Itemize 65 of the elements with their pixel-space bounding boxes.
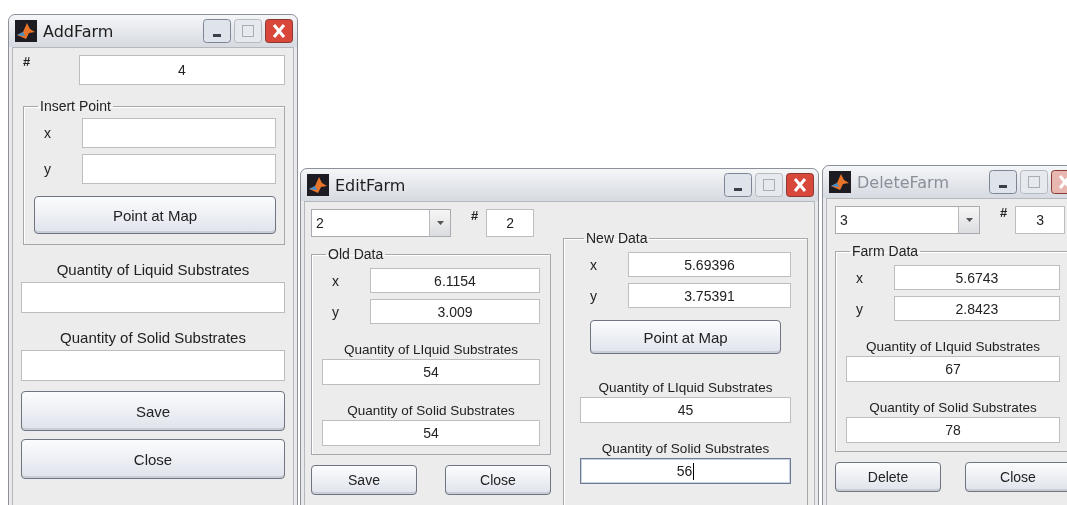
dropdown-arrow-icon <box>965 218 973 222</box>
text-field[interactable]: 54 <box>322 359 540 385</box>
text-field[interactable]: 2 <box>486 209 535 237</box>
field-label: y <box>43 161 52 177</box>
window-title: DeleteFarm <box>857 172 950 192</box>
dialog-button[interactable]: Save <box>311 465 417 495</box>
text-cursor <box>693 462 695 480</box>
dialog-button[interactable]: Close <box>21 439 285 479</box>
text-field[interactable]: 56 <box>580 458 791 484</box>
field-label: x <box>589 256 598 273</box>
field-label: Quantity of LIquid Substrates <box>864 339 1042 354</box>
window-title: AddFarm <box>43 21 115 41</box>
text-field[interactable]: 2.8423 <box>894 296 1060 321</box>
group-title: New Data <box>585 230 649 246</box>
group-title: Insert Point <box>39 98 112 114</box>
text-field[interactable]: 5.69396 <box>628 252 791 277</box>
field-label: # <box>22 54 32 69</box>
dialog-button[interactable]: Close <box>445 465 551 495</box>
close-icon <box>786 173 814 197</box>
text-field[interactable]: 45 <box>580 397 791 423</box>
text-field[interactable] <box>21 350 285 381</box>
minimize-icon <box>989 170 1017 194</box>
field-label: x <box>855 269 864 286</box>
field-label: Quantity of LIquid Substrates <box>342 342 520 357</box>
dialog-button[interactable]: Save <box>21 391 285 431</box>
field-label: Quantity of Liquid Substrates <box>55 261 251 278</box>
text-field[interactable]: 67 <box>846 356 1060 382</box>
group-title: Farm Data <box>851 243 920 259</box>
text-field[interactable]: 4 <box>79 55 285 85</box>
field-label: x <box>43 125 52 141</box>
text-field[interactable]: 6.1154 <box>370 268 540 293</box>
text-field[interactable]: 5.6743 <box>894 265 1060 290</box>
app-icon <box>307 174 329 196</box>
field-label: # <box>470 208 480 223</box>
close-icon <box>265 19 293 43</box>
field-label: x <box>331 272 340 289</box>
field-label: y <box>331 303 340 320</box>
text-field[interactable] <box>82 154 276 184</box>
field-label: Quantity of Solid Substrates <box>600 441 771 456</box>
minimize-icon <box>203 19 231 43</box>
window-title: EditFarm <box>335 175 407 195</box>
group-title: Old Data <box>327 246 385 262</box>
text-field[interactable]: 3.009 <box>370 299 540 324</box>
dropdown[interactable]: 2 <box>311 209 451 237</box>
point-at-map-button[interactable]: Point at Map <box>590 320 781 354</box>
app-icon <box>15 20 37 42</box>
field-label: Quantity of Solid Substrates <box>59 329 247 346</box>
field-label: # <box>999 205 1009 220</box>
maximize-icon <box>234 19 262 43</box>
field-label: y <box>589 287 598 304</box>
field-label: Quantity of Solid Substrates <box>868 400 1038 415</box>
minimize-icon <box>724 173 752 197</box>
maximize-icon <box>755 173 783 197</box>
field-label: y <box>855 300 864 317</box>
app-icon <box>829 171 851 193</box>
text-field[interactable] <box>21 282 285 313</box>
text-field[interactable]: 78 <box>846 417 1060 443</box>
maximize-icon <box>1020 170 1048 194</box>
text-field[interactable] <box>82 118 276 148</box>
text-field[interactable]: 3.75391 <box>628 283 791 308</box>
dropdown-arrow-icon <box>436 221 444 225</box>
text-field[interactable]: 54 <box>322 420 540 446</box>
point-at-map-button[interactable]: Point at Map <box>34 196 276 234</box>
field-label: Quantity of Solid Substrates <box>346 403 516 418</box>
field-label: Quantity of LIquid Substrates <box>597 380 774 395</box>
